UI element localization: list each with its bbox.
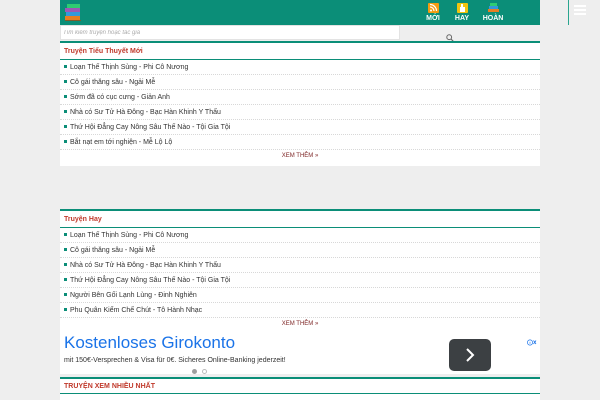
- nav-new-label: MỚI: [426, 15, 440, 22]
- list-item[interactable]: Loạn Thế Thịnh Sủng - Phi Cô Nương: [60, 60, 540, 75]
- list-item-link[interactable]: Thứ Hội Đẳng Cay Nông Sâu Thế Nào - Tội …: [70, 277, 230, 284]
- search-input[interactable]: [63, 27, 383, 38]
- thumbs-up-icon: [456, 3, 468, 13]
- bullet-icon: [64, 139, 67, 143]
- see-more-link[interactable]: XEM THÊM »: [60, 150, 540, 162]
- list-item-link[interactable]: Cô gái thăng sâu - Ngải Mễ: [70, 79, 155, 86]
- ad-title[interactable]: Kostenloses Girokonto: [64, 333, 235, 353]
- section-most-viewed: TRUYỆN XEM NHIỀU NHẤT: [60, 377, 540, 400]
- bullet-icon: [64, 307, 67, 311]
- list-item-link[interactable]: Loạn Thế Thịnh Sủng - Phi Cô Nương: [70, 232, 188, 239]
- nav-hot[interactable]: HAY: [447, 0, 477, 25]
- bullet-icon: [64, 109, 67, 113]
- list-item-link[interactable]: Người Bên Gối Lạnh Lùng - Đinh Nghiên: [70, 292, 197, 299]
- list-item-link[interactable]: Phu Quân Kiểm Chế Chút - Tô Hành Nhạc: [70, 307, 202, 314]
- bullet-icon: [64, 79, 67, 83]
- search-box: [60, 25, 454, 42]
- list-item-link[interactable]: Nhà có Sư Tử Hà Đông - Bạc Hàn Khinh Y T…: [70, 109, 221, 116]
- nav-new[interactable]: MỚI: [418, 0, 448, 25]
- see-more-link[interactable]: XEM THÊM »: [60, 318, 540, 330]
- carousel-dot-active[interactable]: [192, 369, 197, 374]
- bullet-icon: [64, 232, 67, 236]
- list-item-link[interactable]: Bắt nạt em tới nghiện - Mễ Lộ Lộ: [70, 139, 172, 146]
- ad-banner[interactable]: Kostenloses Girokonto mit 150€-Versprech…: [60, 332, 540, 374]
- nav-divider: [568, 0, 569, 25]
- bullet-icon: [64, 124, 67, 128]
- list-item-link[interactable]: Cô gái thăng sâu - Ngải Mễ: [70, 247, 155, 254]
- top-bar: MỚI HAY HOÀN: [60, 0, 586, 25]
- ad-text[interactable]: mit 150€-Versprechen & Visa für 0€. Sich…: [64, 357, 286, 364]
- hamburger-menu-icon[interactable]: [574, 5, 586, 19]
- list-item-link[interactable]: Thứ Hội Đẳng Cay Nông Sâu Thế Nào - Tội …: [70, 124, 230, 131]
- search-icon[interactable]: [446, 29, 454, 42]
- bullet-icon: [64, 292, 67, 296]
- ad-next-button[interactable]: [449, 339, 491, 371]
- bullet-icon: [64, 94, 67, 98]
- nav-complete-label: HOÀN: [482, 15, 504, 22]
- books-logo-icon[interactable]: [64, 3, 82, 22]
- bullet-icon: [64, 64, 67, 68]
- list-item[interactable]: Nhà có Sư Tử Hà Đông - Bạc Hàn Khinh Y T…: [60, 105, 540, 120]
- section-new-novels: Truyện Tiểu Thuyết Mới Loạn Thế Thịnh Sủ…: [60, 41, 540, 166]
- ad-info-icon[interactable]: [527, 333, 537, 346]
- bullet-icon: [64, 262, 67, 266]
- list-item[interactable]: Cô gái thăng sâu - Ngải Mễ: [60, 243, 540, 258]
- list-item-link[interactable]: Nhà có Sư Tử Hà Đông - Bạc Hàn Khinh Y T…: [70, 262, 221, 269]
- nav-complete[interactable]: HOÀN: [478, 0, 508, 25]
- list-item[interactable]: Người Bên Gối Lạnh Lùng - Đinh Nghiên: [60, 288, 540, 303]
- section-new-title: Truyện Tiểu Thuyết Mới: [60, 43, 540, 60]
- chevron-right-icon: [466, 348, 475, 362]
- list-item[interactable]: Phu Quân Kiểm Chế Chút - Tô Hành Nhạc: [60, 303, 540, 318]
- carousel-dot[interactable]: [202, 369, 207, 374]
- rss-icon: [427, 3, 439, 13]
- list-item[interactable]: Thứ Hội Đẳng Cay Nông Sâu Thế Nào - Tội …: [60, 273, 540, 288]
- section-most-viewed-title: TRUYỆN XEM NHIỀU NHẤT: [60, 379, 540, 394]
- list-item[interactable]: Loạn Thế Thịnh Sủng - Phi Cô Nương: [60, 228, 540, 243]
- list-item[interactable]: Thứ Hội Đẳng Cay Nông Sâu Thế Nào - Tội …: [60, 120, 540, 135]
- list-item[interactable]: Cô gái thăng sâu - Ngải Mễ: [60, 75, 540, 90]
- list-item[interactable]: Sớm đã có cục cưng - Giản Anh: [60, 90, 540, 105]
- section-hot-title: Truyện Hay: [60, 211, 540, 228]
- bullet-icon: [64, 247, 67, 251]
- list-item-link[interactable]: Loạn Thế Thịnh Sủng - Phi Cô Nương: [70, 64, 188, 71]
- nav-hot-label: HAY: [454, 15, 470, 22]
- page: MỚI HAY HOÀN Truyện Tiểu Thuyết Mới Loạn…: [0, 0, 600, 400]
- books-icon: [487, 3, 499, 13]
- bullet-icon: [64, 277, 67, 281]
- section-hot-novels: Truyện Hay Loạn Thế Thịnh Sủng - Phi Cô …: [60, 209, 540, 333]
- list-item-link[interactable]: Sớm đã có cục cưng - Giản Anh: [70, 94, 170, 101]
- list-item[interactable]: Bắt nạt em tới nghiện - Mễ Lộ Lộ: [60, 135, 540, 150]
- list-item[interactable]: Nhà có Sư Tử Hà Đông - Bạc Hàn Khinh Y T…: [60, 258, 540, 273]
